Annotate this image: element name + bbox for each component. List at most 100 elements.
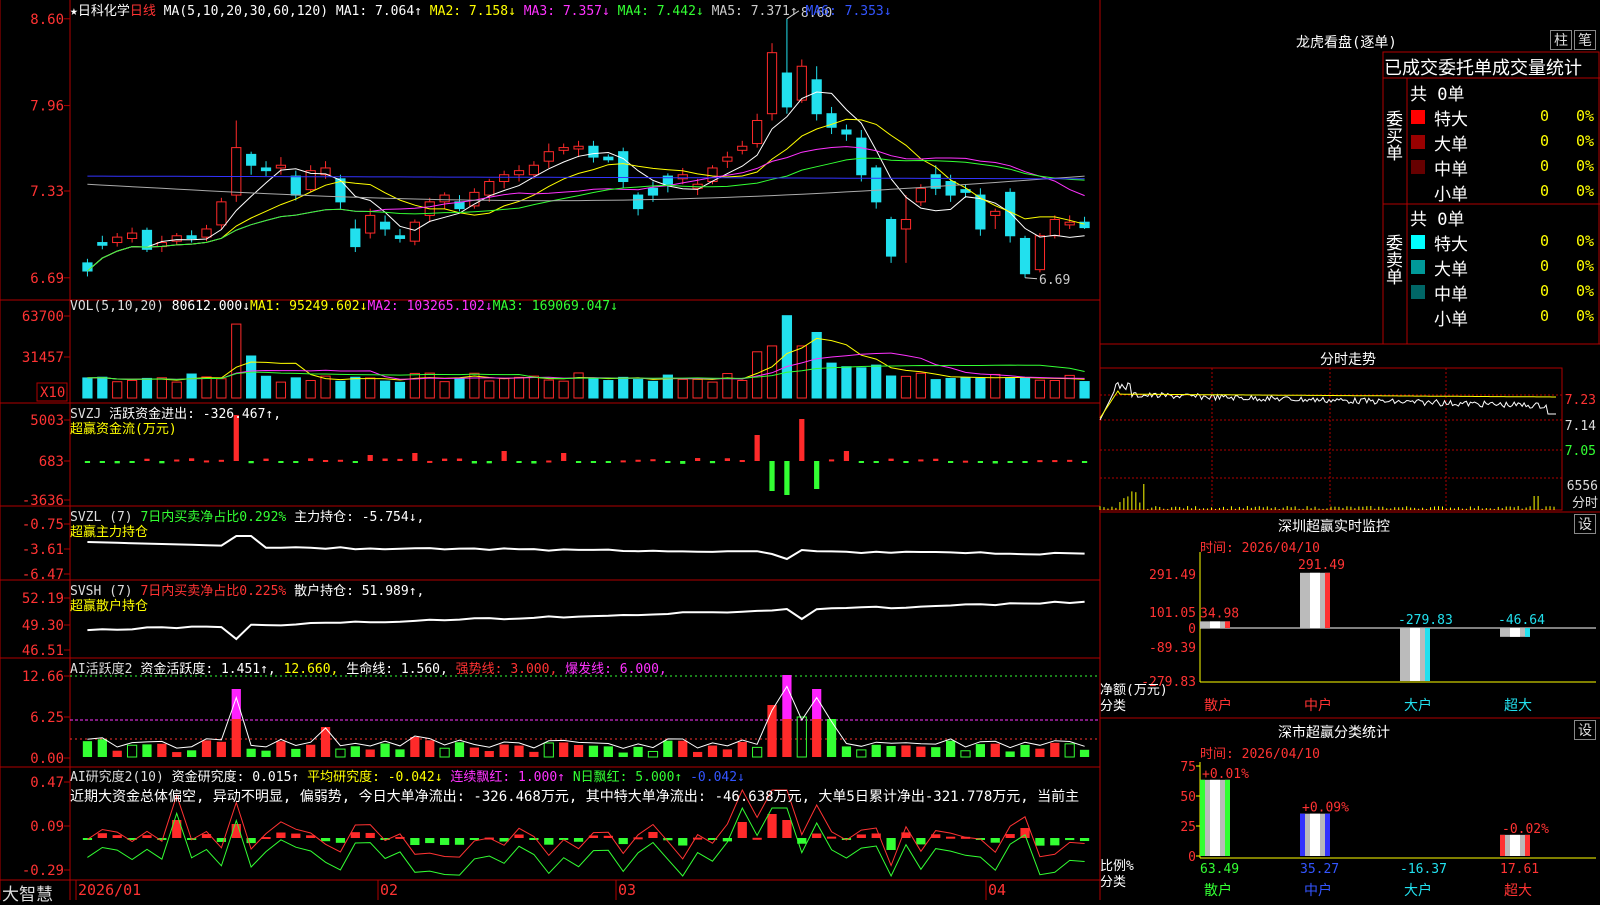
ai1-life: 生命线: 1.560, [346, 662, 448, 677]
candle-body [379, 221, 391, 230]
candle-body [975, 194, 986, 230]
volume-bar [692, 378, 703, 399]
ai1-bar [678, 740, 688, 757]
buy-row-count: 0 [1540, 157, 1550, 175]
sell-row-count: 0 [1540, 232, 1550, 250]
stock-title: ★日科化学 [70, 4, 130, 19]
ai1-bar [112, 750, 122, 757]
volume-bar [409, 372, 420, 399]
vol-ma1: MA1: 95249.602↓ [250, 299, 368, 314]
sz-bar-highlight [1210, 621, 1220, 628]
sz-time: 时间: 2026/04/10 [1200, 541, 1320, 556]
ai2-bar [410, 838, 420, 846]
ai2-bar [916, 838, 926, 845]
svzj-bar [695, 458, 701, 461]
ai2-bar [454, 838, 465, 845]
ai1-bar [663, 740, 673, 757]
buy-row-name: 小单 [1434, 185, 1468, 205]
candle-body [112, 236, 123, 244]
ai1-bar [1079, 749, 1090, 757]
ai1-bar-hollow [335, 748, 346, 758]
candle-body [246, 153, 257, 166]
ai1-bar [916, 746, 926, 757]
column-view-button[interactable]: 柱 [1550, 30, 1572, 50]
volume-bar [216, 378, 227, 399]
svzj-bar [1037, 460, 1043, 463]
sz-settings-button[interactable]: 设 [1574, 514, 1596, 534]
candle-body [1064, 221, 1075, 226]
svzj-bar [516, 461, 522, 463]
svzj-bar [189, 458, 195, 461]
candle-body [1049, 218, 1060, 237]
buy-row-count: 0 [1540, 107, 1550, 125]
buy-color-swatch [1411, 135, 1425, 149]
volume-bar [513, 376, 525, 399]
buy-row-count: 0 [1540, 182, 1550, 200]
sell-row-pct: 0% [1576, 257, 1595, 275]
cls-settings-button[interactable]: 设 [1574, 720, 1596, 740]
sell-color-swatch [1411, 235, 1425, 249]
svzj-bar [322, 459, 329, 462]
svzj-bar [992, 461, 998, 464]
candle-body [82, 262, 93, 272]
svsh-tick-label: 52.19 [22, 591, 64, 607]
vol-tick-label: 63700 [22, 309, 64, 325]
candle-body [945, 181, 956, 196]
vol-header: VOL(5,10,20) 80612.000↓MA1: 95249.602↓MA… [70, 299, 618, 314]
ai1-bar [975, 744, 985, 757]
volume-bar [737, 379, 748, 399]
cls-time: 时间: 2026/04/10 [1200, 747, 1320, 762]
volume-bar [394, 381, 406, 399]
cls-value-label: -16.37 [1400, 862, 1447, 877]
cls-change-label: +0.09% [1302, 801, 1349, 816]
volume-bar [618, 376, 629, 399]
volume-bar [632, 379, 644, 399]
ai1-label: AI活跃度2 [70, 662, 133, 677]
candle-body [796, 65, 807, 101]
ai2-tick-label: 0.47 [30, 775, 64, 791]
volume-bar [231, 323, 242, 399]
ai2-bar [752, 837, 762, 840]
svzj-bar [486, 461, 492, 464]
svzj-bar [278, 461, 284, 463]
sz-tick-label: -89.39 [1149, 641, 1196, 656]
svzj-bar [159, 461, 165, 464]
volume-bar [290, 377, 301, 399]
ai2-bar [544, 838, 554, 845]
ai2-bar [1035, 838, 1045, 846]
candle-body [97, 242, 108, 246]
volume-bar [379, 380, 391, 399]
candle-body [915, 187, 926, 203]
ai1-bar [1050, 742, 1060, 757]
sz-category-label: 大户 [1404, 697, 1432, 714]
ai1-bar [841, 746, 852, 757]
cls-tick-label: 25 [1180, 820, 1196, 835]
svzl-ratio: 7日内买卖净占比0.292% [140, 510, 287, 525]
low-pointer [1024, 277, 1038, 280]
ai1-bar-hollow [796, 716, 807, 758]
tick-view-button[interactable]: 笔 [1574, 30, 1596, 50]
sz-value-label: -46.64 [1498, 613, 1545, 628]
svzj-bar [293, 461, 299, 463]
cls-bar-edge [1525, 834, 1530, 856]
svsh-ratio: 7日内买卖净占比0.225% [140, 584, 287, 599]
ai1-bar [812, 719, 822, 757]
ai1-bar [990, 743, 1000, 757]
kline-chart[interactable]: 8.607.967.336.696370031457X105003683-363… [0, 0, 1600, 900]
ma-label: MA(5,10,20,30,60,120) [163, 4, 329, 19]
sz-value-label: 291.49 [1298, 558, 1345, 573]
candle-body [811, 79, 822, 115]
ma5-value: MA5: 7.371↑ [711, 4, 798, 19]
ai1-tick-label: 12.66 [22, 669, 64, 685]
volume-bar [930, 379, 941, 399]
sz-bar [1400, 628, 1430, 681]
ai2-commentary: 近期大资金总体偏空, 异动不明显, 偏弱势, 今日大单净流出: -326.468… [70, 789, 1080, 805]
cls-change-label: -0.02% [1502, 822, 1549, 837]
candle-body [201, 228, 212, 238]
cls-tick-label: 50 [1180, 790, 1196, 805]
svzj-bar [456, 458, 463, 461]
volume-bar [1019, 377, 1031, 399]
sz-value-label: -279.83 [1398, 613, 1453, 628]
ai1-bar [767, 705, 777, 757]
ai1-bar-hollow [439, 747, 450, 758]
